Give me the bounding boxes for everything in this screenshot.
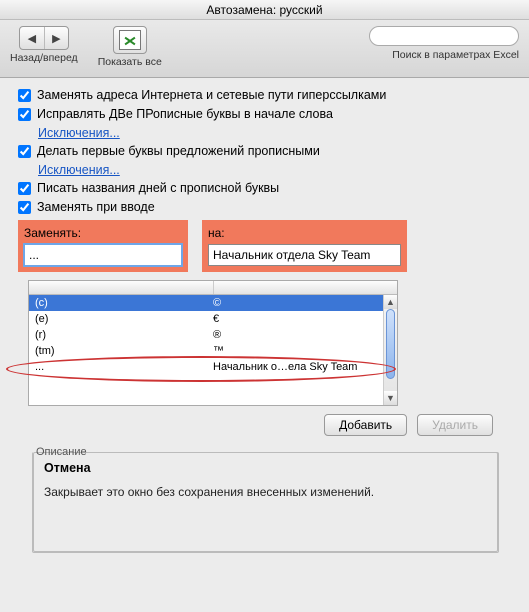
- nav-group: ◀ ▶ Назад/вперед: [10, 26, 78, 64]
- replace-list: (c)© (e)€ (r)® (tm)™ ...Начальник о…ела …: [28, 280, 398, 406]
- replace-label: Заменять:: [24, 226, 182, 240]
- content: Заменять адреса Интернета и сетевые пути…: [0, 78, 529, 561]
- excel-icon: [119, 30, 141, 50]
- replace-field-box: Заменять:: [18, 220, 188, 272]
- description-box: Отмена Закрывает это окно без сохранения…: [33, 452, 498, 552]
- chk-hyperlinks-label: Заменять адреса Интернета и сетевые пути…: [37, 88, 386, 102]
- showall-button[interactable]: [113, 26, 147, 54]
- forward-button[interactable]: ▶: [44, 27, 68, 49]
- chk-sentence[interactable]: [18, 145, 31, 158]
- list-row[interactable]: (c)©: [29, 295, 397, 311]
- chk-twocaps[interactable]: [18, 108, 31, 121]
- chk-replacetype[interactable]: [18, 201, 31, 214]
- scroll-down-icon[interactable]: ▼: [384, 391, 397, 405]
- toolbar: ◀ ▶ Назад/вперед Показать все Поиск в па…: [0, 20, 529, 78]
- back-button[interactable]: ◀: [20, 27, 44, 49]
- list-row[interactable]: ...Начальник о…ела Sky Team: [29, 359, 397, 375]
- nav-buttons: ◀ ▶: [19, 26, 69, 50]
- scroll-up-icon[interactable]: ▲: [384, 295, 397, 309]
- list-body[interactable]: (c)© (e)€ (r)® (tm)™ ...Начальник о…ела …: [29, 295, 397, 405]
- chk-replacetype-label: Заменять при вводе: [37, 200, 155, 214]
- exceptions-link-1[interactable]: Исключения...: [38, 126, 120, 140]
- description-group: Описание Отмена Закрывает это окно без с…: [32, 446, 499, 553]
- fields: Заменять: на:: [18, 220, 513, 272]
- button-row: Добавить Удалить: [18, 414, 493, 436]
- description-text: Закрывает это окно без сохранения внесен…: [44, 485, 487, 499]
- description-legend: Описание: [33, 446, 90, 458]
- description-title: Отмена: [44, 461, 487, 475]
- scrollbar[interactable]: ▲ ▼: [383, 295, 397, 405]
- with-label: на:: [208, 226, 401, 240]
- chk-twocaps-label: Исправлять ДВе ПРописные буквы в начале …: [37, 107, 333, 121]
- search-group: Поиск в параметрах Excel: [369, 26, 519, 61]
- with-field-box: на:: [202, 220, 407, 272]
- list-row[interactable]: (r)®: [29, 327, 397, 343]
- replace-input[interactable]: [24, 244, 182, 266]
- delete-button[interactable]: Удалить: [417, 414, 493, 436]
- chk-hyperlinks[interactable]: [18, 89, 31, 102]
- search-input[interactable]: [380, 30, 522, 42]
- scroll-thumb[interactable]: [386, 309, 395, 379]
- search-caption: Поиск в параметрах Excel: [392, 49, 519, 61]
- search-box[interactable]: [369, 26, 519, 46]
- list-row[interactable]: (tm)™: [29, 343, 397, 359]
- with-input[interactable]: [208, 244, 401, 266]
- window-title: Автозамена: русский: [0, 0, 529, 20]
- chk-days-label: Писать названия дней с прописной буквы: [37, 181, 279, 195]
- list-row[interactable]: (e)€: [29, 311, 397, 327]
- showall-label: Показать все: [98, 56, 162, 68]
- add-button[interactable]: Добавить: [324, 414, 407, 436]
- chk-sentence-label: Делать первые буквы предложений прописны…: [37, 144, 320, 158]
- exceptions-link-2[interactable]: Исключения...: [38, 163, 120, 177]
- nav-label: Назад/вперед: [10, 52, 78, 64]
- showall-group: Показать все: [98, 26, 162, 68]
- chk-days[interactable]: [18, 182, 31, 195]
- list-header: [29, 281, 397, 295]
